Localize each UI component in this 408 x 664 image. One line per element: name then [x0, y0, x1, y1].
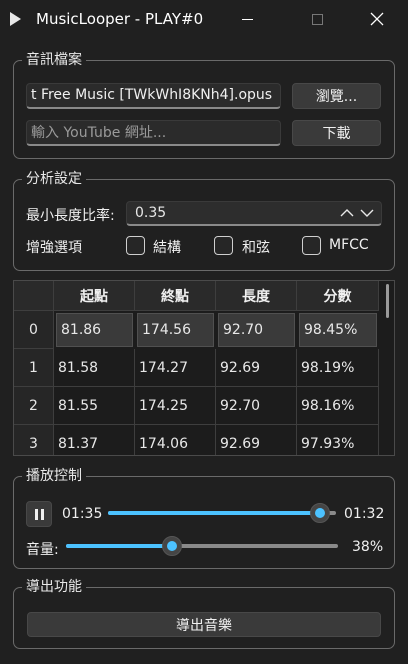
mfcc-checkbox-label: MFCC [329, 237, 369, 253]
file-path-value: t Free Music [TWkWhI8KNh4].opus [31, 87, 273, 103]
table-cell[interactable]: 92.69 [216, 349, 297, 387]
column-header-length[interactable]: 長度 [216, 281, 297, 311]
volume-slider[interactable] [66, 536, 338, 556]
column-header-end[interactable]: 終點 [135, 281, 216, 311]
play-triangle-icon [10, 12, 21, 26]
volume-fill [66, 544, 172, 548]
enhance-options-label: 增強選項 [26, 240, 82, 256]
structure-checkbox-label: 結構 [153, 240, 181, 256]
audio-file-group-title: 音訊檔案 [22, 51, 86, 69]
analysis-group-title: 分析設定 [22, 170, 86, 188]
browse-button[interactable]: 瀏覽... [292, 83, 381, 109]
window-title: MusicLooper - PLAY#0 [36, 10, 204, 28]
volume-percent: 38% [352, 539, 384, 555]
row-header[interactable]: 2 [14, 387, 54, 425]
progress-fill [108, 511, 320, 515]
min-ratio-value: 0.35 [135, 205, 167, 221]
end-time: 01:32 [344, 506, 385, 522]
file-path-field[interactable]: t Free Music [TWkWhI8KNh4].opus [26, 83, 281, 109]
table-cell[interactable]: 92.70 [216, 387, 297, 425]
minimize-icon [241, 18, 253, 20]
min-ratio-label: 最小長度比率: [26, 208, 115, 224]
maximize-icon [311, 13, 323, 25]
playback-group-title: 播放控制 [22, 467, 86, 485]
column-header-score[interactable]: 分數 [297, 281, 379, 311]
export-group-title: 導出功能 [22, 578, 86, 596]
current-time: 01:35 [62, 506, 103, 522]
table-cell[interactable]: 174.25 [135, 387, 216, 425]
spin-arrows-icon[interactable] [339, 205, 377, 221]
table-cell[interactable]: 92.69 [216, 425, 297, 455]
download-button[interactable]: 下載 [292, 120, 381, 146]
table-corner [14, 281, 54, 311]
row-header[interactable]: 3 [14, 425, 54, 455]
table-cell[interactable]: 92.70 [218, 313, 295, 347]
table-cell[interactable]: 97.93% [297, 425, 379, 455]
export-music-button[interactable]: 導出音樂 [27, 612, 381, 637]
volume-thumb[interactable] [162, 536, 182, 556]
title-bar[interactable]: MusicLooper - PLAY#0 [0, 0, 408, 38]
youtube-url-input[interactable] [27, 121, 280, 144]
chord-checkbox[interactable] [214, 236, 233, 255]
column-header-start[interactable]: 起點 [54, 281, 135, 311]
row-header[interactable]: 1 [14, 349, 54, 387]
table-cell[interactable]: 81.37 [54, 425, 135, 455]
progress-thumb[interactable] [310, 503, 330, 523]
progress-slider[interactable] [108, 503, 336, 523]
table-cell[interactable]: 174.27 [135, 349, 216, 387]
mfcc-checkbox[interactable] [302, 236, 321, 255]
table-cell[interactable]: 98.19% [297, 349, 379, 387]
maximize-button[interactable] [294, 0, 340, 38]
close-button[interactable] [354, 0, 400, 38]
youtube-url-input-wrap[interactable] [26, 120, 281, 146]
table-cell[interactable]: 98.16% [297, 387, 379, 425]
table-cell[interactable]: 98.45% [299, 313, 377, 347]
table-cell[interactable]: 81.86 [56, 313, 133, 347]
table-cell[interactable]: 174.06 [135, 425, 216, 455]
close-icon [370, 12, 384, 26]
loop-results-table[interactable]: 起點 終點 長度 分數 0 81.86 174.56 92.70 98.45% … [13, 280, 395, 456]
table-scrollbar-thumb[interactable] [386, 284, 389, 318]
table-cell[interactable]: 174.56 [137, 313, 214, 347]
pause-button[interactable] [26, 501, 52, 527]
chord-checkbox-label: 和弦 [242, 240, 270, 256]
minimize-button[interactable] [224, 0, 270, 38]
table-cell[interactable]: 81.58 [54, 349, 135, 387]
structure-checkbox[interactable] [126, 236, 145, 255]
table-cell[interactable]: 81.55 [54, 387, 135, 425]
table-scrollbar[interactable] [383, 281, 394, 455]
row-header[interactable]: 0 [14, 311, 54, 349]
min-ratio-spinbox[interactable]: 0.35 [126, 201, 382, 226]
volume-label: 音量: [26, 542, 59, 558]
